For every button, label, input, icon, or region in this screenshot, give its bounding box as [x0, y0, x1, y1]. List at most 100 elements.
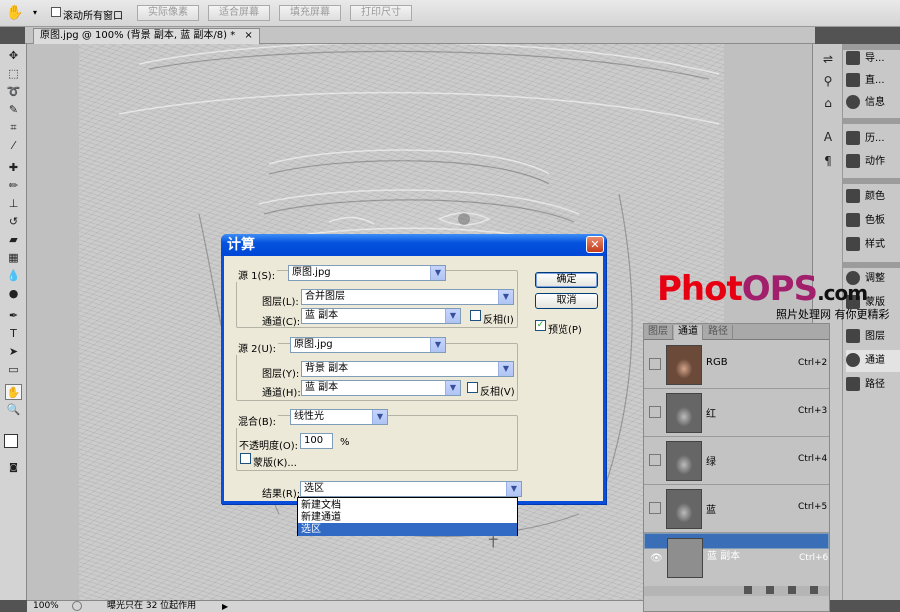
- dock-label: 色板: [865, 215, 885, 226]
- hand-icon[interactable]: ✋: [6, 5, 23, 21]
- actual-pixels-button[interactable]: 实际像素: [137, 5, 199, 21]
- play-icon[interactable]: ▶: [222, 601, 228, 612]
- navigator-small-icon[interactable]: ⇌: [821, 52, 835, 66]
- opacity-input[interactable]: 100: [300, 433, 333, 449]
- eye-icon[interactable]: 👁: [650, 552, 663, 566]
- dock-color[interactable]: 颜色: [846, 186, 885, 208]
- shape-tool-icon[interactable]: ▭: [5, 362, 22, 378]
- trash-icon[interactable]: [810, 586, 818, 594]
- source1-file-select[interactable]: 原图.jpg ▼: [288, 265, 446, 281]
- channels-icon: [846, 353, 860, 367]
- channel-name: 蓝: [706, 505, 716, 516]
- dock-paths[interactable]: 路径: [846, 374, 885, 396]
- dock-layers[interactable]: 图层: [846, 326, 885, 348]
- clone-source-icon[interactable]: ⌂: [821, 96, 835, 110]
- blending-mode-select[interactable]: 线性光 ▼: [290, 409, 388, 425]
- fit-screen-button[interactable]: 适合屏幕: [208, 5, 270, 21]
- quick-mask-icon[interactable]: ◙: [5, 460, 22, 476]
- source1-invert-checkbox[interactable]: [470, 310, 481, 321]
- character-icon[interactable]: A: [821, 130, 835, 144]
- dock-info[interactable]: 信息: [846, 92, 885, 114]
- source2-file-select[interactable]: 原图.jpg ▼: [290, 337, 446, 353]
- channel-row[interactable]: RGB Ctrl+2: [644, 341, 829, 389]
- pen-tool-icon[interactable]: ✒: [5, 308, 22, 324]
- mask-checkbox[interactable]: [240, 453, 251, 464]
- path-select-tool-icon[interactable]: ➤: [5, 344, 22, 360]
- dock-history[interactable]: 历...: [846, 128, 885, 150]
- dock-label: 通道: [865, 355, 885, 366]
- gradient-tool-icon[interactable]: ▦: [5, 250, 22, 266]
- zoom-tool-icon[interactable]: 🔍: [5, 402, 22, 418]
- channel-row[interactable]: 绿 Ctrl+4: [644, 437, 829, 485]
- crop-tool-icon[interactable]: ⌗: [5, 120, 22, 136]
- source1-layer-label: 图层(L):: [262, 297, 299, 308]
- channel-row[interactable]: 红 Ctrl+3: [644, 389, 829, 437]
- lasso-tool-icon[interactable]: ➰: [5, 84, 22, 100]
- dock-channels[interactable]: 通道: [846, 350, 900, 372]
- dock-label: 导...: [865, 53, 885, 64]
- channel-row[interactable]: 蓝 Ctrl+5: [644, 485, 829, 533]
- print-size-button[interactable]: 打印尺寸: [350, 5, 412, 21]
- result-select[interactable]: 选区 ▼: [300, 481, 522, 497]
- tool-presets-icon[interactable]: ⚲: [821, 74, 835, 88]
- channels-panel: 图层 通道 路径 RGB Ctrl+2 红 Ctrl+3 绿 Ctrl+4 蓝 …: [643, 323, 830, 612]
- logo-part: .com: [817, 281, 868, 305]
- brush-tool-icon[interactable]: ✏: [5, 178, 22, 194]
- dock-actions[interactable]: 动作: [846, 151, 885, 173]
- eyedropper-tool-icon[interactable]: ⁄: [5, 138, 22, 154]
- select-value: 合并图层: [305, 291, 345, 302]
- dropdown-option-selected[interactable]: 选区: [298, 523, 517, 536]
- dock-styles[interactable]: 样式: [846, 234, 885, 256]
- history-brush-tool-icon[interactable]: ↺: [5, 214, 22, 230]
- close-icon[interactable]: ×: [244, 30, 252, 41]
- dock-navigator[interactable]: 导...: [846, 48, 885, 70]
- scroll-all-windows-checkbox[interactable]: [51, 7, 61, 20]
- source2-channel-select[interactable]: 蓝 副本 ▼: [301, 380, 461, 396]
- channel-row-selected[interactable]: 👁 蓝 副本 Ctrl+6: [644, 533, 829, 578]
- visibility-toggle[interactable]: [649, 406, 661, 418]
- source2-invert-checkbox[interactable]: [467, 382, 478, 393]
- zoom-level[interactable]: 100%: [33, 601, 59, 612]
- channel-shortcut: Ctrl+4: [798, 454, 828, 464]
- hand-tool-icon[interactable]: ✋: [5, 384, 22, 400]
- new-channel-icon[interactable]: [788, 586, 796, 594]
- source2-layer-select[interactable]: 背景 副本 ▼: [301, 361, 514, 377]
- eraser-tool-icon[interactable]: ▰: [5, 232, 22, 248]
- type-tool-icon[interactable]: T: [5, 326, 22, 342]
- tab-layers[interactable]: 图层: [644, 325, 673, 340]
- save-selection-icon[interactable]: [766, 586, 774, 594]
- document-tab[interactable]: 原图.jpg @ 100% (背景 副本, 蓝 副本/8) * ×: [33, 28, 260, 44]
- source1-channel-select[interactable]: 蓝 副本 ▼: [301, 308, 461, 324]
- stamp-tool-icon[interactable]: ⊥: [5, 196, 22, 212]
- status-icon[interactable]: [72, 601, 82, 611]
- chevron-down-icon[interactable]: ▾: [33, 8, 37, 17]
- healing-tool-icon[interactable]: ✚: [5, 160, 22, 176]
- channel-name: RGB: [706, 357, 728, 368]
- dock-group-header: [843, 178, 900, 184]
- dock-histogram[interactable]: 直...: [846, 70, 885, 92]
- visibility-toggle[interactable]: [649, 502, 661, 514]
- load-selection-icon[interactable]: [744, 586, 752, 594]
- move-tool-icon[interactable]: ✥: [5, 48, 22, 64]
- source1-channel-label: 通道(C):: [262, 317, 301, 328]
- paragraph-icon[interactable]: ¶: [821, 154, 835, 168]
- dodge-tool-icon[interactable]: ●: [5, 286, 22, 302]
- tab-channels[interactable]: 通道: [674, 325, 703, 340]
- fill-screen-button[interactable]: 填充屏幕: [279, 5, 341, 21]
- source1-layer-select[interactable]: 合并图层 ▼: [301, 289, 514, 305]
- dock-label: 调整: [865, 273, 885, 284]
- ok-button[interactable]: 确定: [535, 272, 598, 288]
- foreground-color-swatch[interactable]: [4, 434, 18, 448]
- preview-checkbox[interactable]: ✓: [535, 320, 546, 331]
- dock-label: 动作: [865, 156, 885, 167]
- visibility-toggle[interactable]: [649, 454, 661, 466]
- scroll-all-windows-label: 滚动所有窗口: [63, 11, 123, 22]
- visibility-toggle[interactable]: [649, 358, 661, 370]
- marquee-tool-icon[interactable]: ⬚: [5, 66, 22, 82]
- quick-select-tool-icon[interactable]: ✎: [5, 102, 22, 118]
- tab-paths[interactable]: 路径: [704, 325, 733, 340]
- blur-tool-icon[interactable]: 💧: [5, 268, 22, 284]
- close-icon[interactable]: ✕: [586, 236, 604, 253]
- cancel-button[interactable]: 取消: [535, 293, 598, 309]
- dock-swatches[interactable]: 色板: [846, 210, 885, 232]
